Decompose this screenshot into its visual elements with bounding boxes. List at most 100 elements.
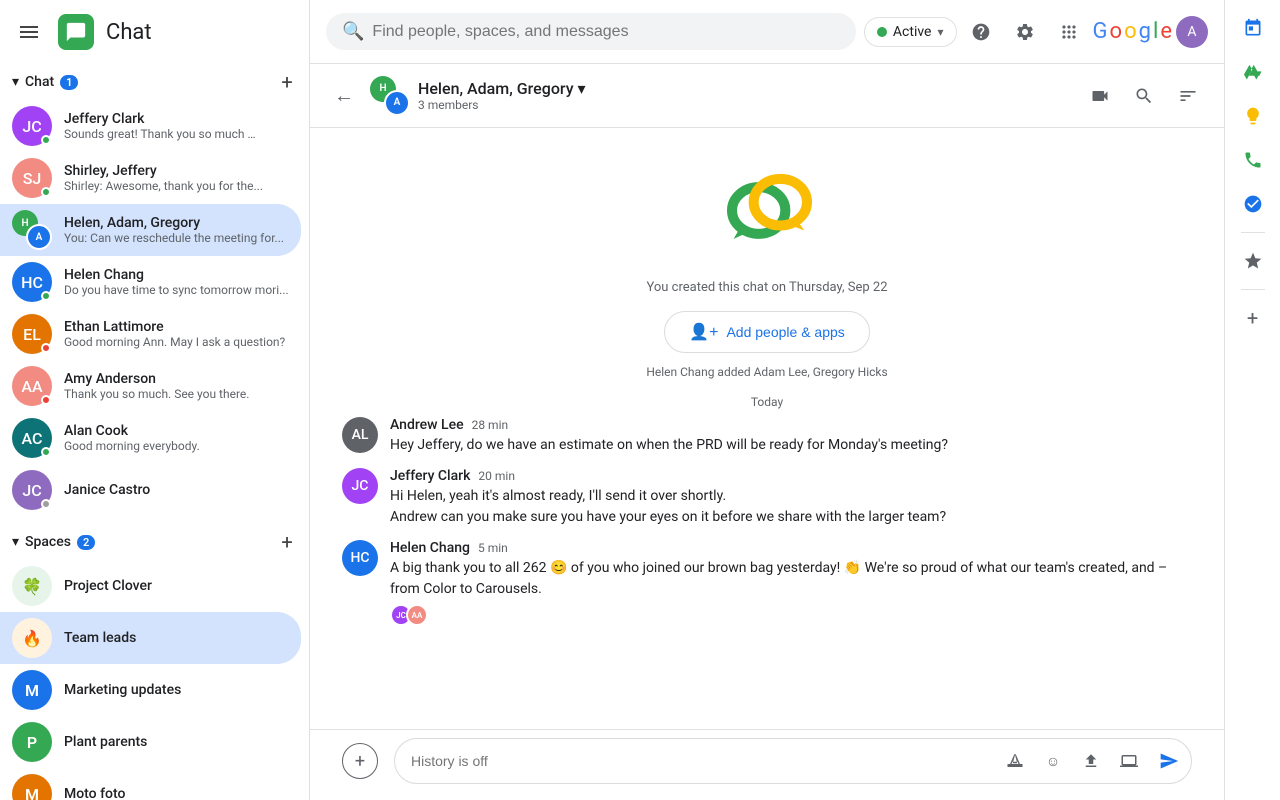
tasks-panel-button[interactable]: [1233, 184, 1273, 224]
format-text-button[interactable]: [997, 743, 1033, 779]
space-item-marketing[interactable]: M Marketing updates: [0, 664, 301, 716]
chat-name: Shirley, Jeffery: [64, 163, 289, 179]
input-outer-row: + ☺: [342, 738, 1192, 784]
avatar: AC: [12, 418, 52, 458]
avatar-initials: AC: [22, 429, 43, 448]
panel-toggle-button[interactable]: [1168, 76, 1208, 116]
user-avatar[interactable]: A: [1176, 16, 1208, 48]
space-name: Moto foto: [64, 786, 125, 800]
status-dot-online: [41, 447, 51, 457]
add-people-icon: 👤+: [689, 322, 718, 342]
chat-name: Amy Anderson: [64, 371, 289, 387]
app-title: Chat: [106, 20, 152, 45]
spaces-section-header[interactable]: ▾ Spaces 2 +: [0, 524, 309, 560]
message-text: A big thank you to all 262 😊 of you who …: [390, 558, 1192, 600]
chat-preview: You: Can we reschedule the meeting for..…: [64, 231, 289, 245]
hamburger-icon[interactable]: [12, 15, 46, 49]
space-name: Plant parents: [64, 734, 147, 750]
message-input[interactable]: [411, 745, 993, 777]
new-space-button[interactable]: +: [273, 528, 301, 556]
keep-panel-button[interactable]: [1233, 96, 1273, 136]
add-people-label: Add people & apps: [726, 324, 844, 340]
chat-info: Helen Chang Do you have time to sync tom…: [64, 267, 289, 297]
main-area: 🔍 Active ▾ Google A: [310, 0, 1224, 800]
chat-area: ← H A Helen, Adam, Gregory ▾ 3 members: [310, 64, 1224, 800]
phone-panel-button[interactable]: [1233, 140, 1273, 180]
message-sender: Helen Chang: [390, 540, 470, 556]
chat-item-alan[interactable]: AC Alan Cook Good morning everybody.: [0, 412, 301, 464]
chat-section-header[interactable]: ▾ Chat 1 +: [0, 64, 309, 100]
chat-item-ethan[interactable]: EL Ethan Lattimore Good morning Ann. May…: [0, 308, 301, 360]
chat-preview: Thank you so much. See you there.: [64, 387, 289, 401]
chat-item-helen-chang[interactable]: HC Helen Chang Do you have time to sync …: [0, 256, 301, 308]
spaces-section-label: Spaces: [25, 534, 71, 550]
right-panel-divider: [1241, 232, 1265, 233]
add-panel-button[interactable]: +: [1233, 298, 1273, 338]
chat-item-helen-adam-gregory[interactable]: H A Helen, Adam, Gregory You: Can we res…: [0, 204, 301, 256]
emoji-button[interactable]: ☺: [1035, 743, 1071, 779]
avatar-initials: HC: [21, 273, 43, 292]
new-chat-button[interactable]: +: [273, 68, 301, 96]
space-icon: P: [12, 722, 52, 762]
video-call-button[interactable]: [1080, 76, 1120, 116]
calendar-panel-button[interactable]: [1233, 8, 1273, 48]
starred-panel-button[interactable]: [1233, 241, 1273, 281]
message-group-helen: HC Helen Chang 5 min A big thank you to …: [342, 540, 1192, 626]
send-button[interactable]: [1151, 743, 1187, 779]
avatar-initials: SJ: [23, 169, 42, 188]
avatar: JC: [12, 470, 52, 510]
chat-info: Ethan Lattimore Good morning Ann. May I …: [64, 319, 289, 349]
status-dot-offline: [41, 499, 51, 509]
back-button[interactable]: ←: [326, 78, 362, 114]
active-dot: [877, 27, 887, 37]
spaces-section-chevron: ▾: [12, 534, 19, 550]
active-status-button[interactable]: Active ▾: [864, 17, 957, 47]
message-header: Helen Chang 5 min: [390, 540, 1192, 556]
add-attachment-button[interactable]: +: [342, 743, 378, 779]
avatar-initials: JC: [22, 117, 41, 136]
avatar: AA: [12, 366, 52, 406]
search-in-chat-button[interactable]: [1124, 76, 1164, 116]
upload-button[interactable]: [1073, 743, 1109, 779]
chat-item-jeffery[interactable]: JC Jeffery Clark Sounds great! Thank you…: [0, 100, 301, 152]
chat-item-shirley[interactable]: SJ Shirley, Jeffery Shirley: Awesome, th…: [0, 152, 301, 204]
space-item-moto[interactable]: M Moto foto: [0, 768, 301, 800]
spaces-list: 🍀 Project Clover 🔥 Team leads M Marketin…: [0, 560, 309, 800]
chat-section-chevron: ▾: [12, 74, 19, 90]
avatar: SJ: [12, 158, 52, 198]
message-text: Hey Jeffery, do we have an estimate on w…: [390, 435, 1192, 456]
help-button[interactable]: [961, 12, 1001, 52]
space-name: Project Clover: [64, 578, 152, 594]
screen-share-button[interactable]: [1111, 743, 1147, 779]
input-actions: ☺: [997, 743, 1147, 779]
search-input-wrap: 🔍: [326, 13, 856, 50]
chat-preview: Shirley: Awesome, thank you for the...: [64, 179, 289, 193]
chat-header-name[interactable]: Helen, Adam, Gregory ▾: [418, 79, 1072, 98]
apps-button[interactable]: [1049, 12, 1089, 52]
avatar: JC: [12, 106, 52, 146]
chat-section-label: Chat: [25, 74, 54, 90]
settings-button[interactable]: [1005, 12, 1045, 52]
sidebar-content: ▾ Chat 1 + JC Jeffery Clark Sounds great…: [0, 64, 309, 800]
status-dot-online: [41, 135, 51, 145]
chat-name: Ethan Lattimore: [64, 319, 289, 335]
reaction-avatar-2: AA: [406, 604, 428, 626]
search-input[interactable]: [372, 23, 840, 41]
chat-item-janice[interactable]: JC Janice Castro: [0, 464, 301, 516]
drive-panel-button[interactable]: [1233, 52, 1273, 92]
add-people-button[interactable]: 👤+ Add people & apps: [664, 311, 870, 353]
search-icon: 🔍: [342, 21, 364, 42]
avatar-initials: AA: [21, 377, 42, 396]
message-time: 28 min: [472, 418, 509, 432]
message-content: Helen Chang 5 min A big thank you to all…: [390, 540, 1192, 626]
space-item-project-clover[interactable]: 🍀 Project Clover: [0, 560, 301, 612]
input-row: ☺: [395, 739, 1191, 783]
chat-rings-icon: [717, 168, 817, 248]
top-bar-right: Active ▾ Google A: [864, 12, 1208, 52]
chevron-down-icon: ▾: [937, 25, 943, 39]
space-item-plant[interactable]: P Plant parents: [0, 716, 301, 768]
space-item-team-leads[interactable]: 🔥 Team leads: [0, 612, 301, 664]
chat-item-amy[interactable]: AA Amy Anderson Thank you so much. See y…: [0, 360, 301, 412]
right-panel: +: [1224, 0, 1280, 800]
group-avatar: H A: [12, 210, 52, 250]
